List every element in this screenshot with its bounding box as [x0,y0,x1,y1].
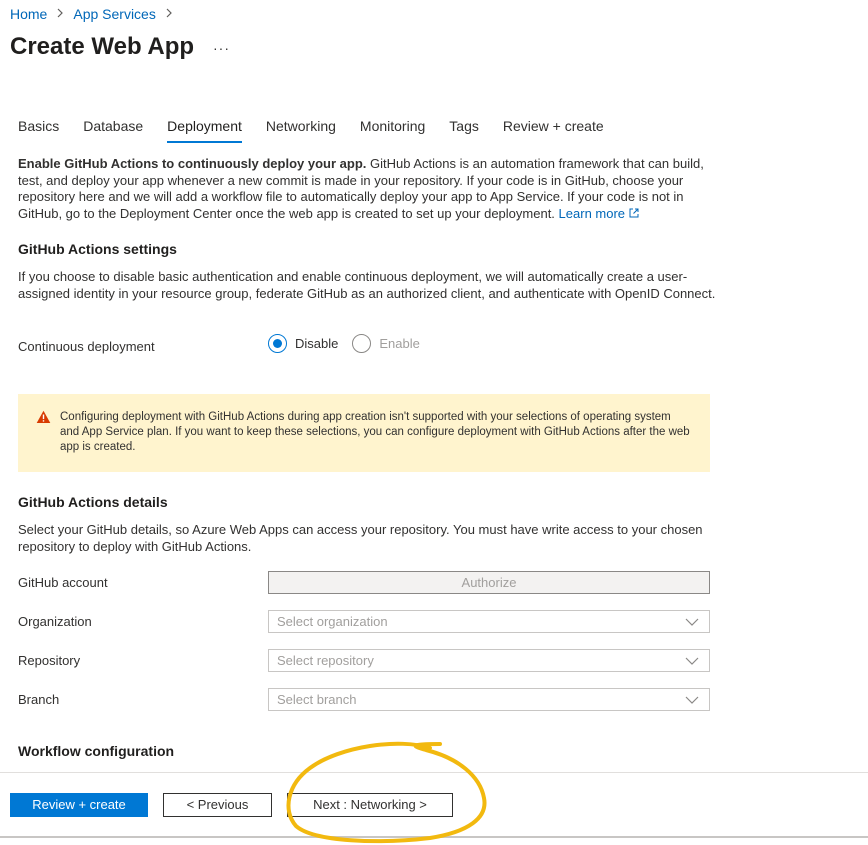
settings-description: If you choose to disable basic authentic… [18,269,716,301]
breadcrumb: Home App Services [10,6,182,22]
branch-placeholder: Select branch [277,692,357,707]
branch-dropdown[interactable]: Select branch [268,688,710,711]
details-description: Select your GitHub details, so Azure Web… [18,522,703,554]
warning-banner: Configuring deployment with GitHub Actio… [18,394,710,472]
details-section-title: GitHub Actions details [18,494,168,510]
tab-review-create[interactable]: Review + create [503,118,604,143]
review-create-button[interactable]: Review + create [10,793,148,817]
chevron-down-icon [685,693,699,708]
chevron-down-icon [685,615,699,630]
annotation-circle [286,741,487,844]
tab-tags[interactable]: Tags [449,118,479,143]
intro-heading: Enable GitHub Actions to continuously de… [18,156,367,171]
repository-dropdown[interactable]: Select repository [268,649,710,672]
radio-disable[interactable] [268,334,287,353]
continuous-deployment-radio-group: Disable Enable [268,334,434,353]
warning-icon [36,410,51,429]
tab-monitoring[interactable]: Monitoring [360,118,425,143]
chevron-right-icon [165,7,173,21]
next-networking-button[interactable]: Next : Networking > [287,793,453,817]
tab-database[interactable]: Database [83,118,143,143]
radio-enable-label: Enable [379,336,420,351]
breadcrumb-app-services-link[interactable]: App Services [73,6,155,22]
settings-section-title: GitHub Actions settings [18,241,177,257]
bottom-border [0,836,868,838]
learn-more-link[interactable]: Learn more [559,206,639,221]
organization-placeholder: Select organization [277,614,388,629]
organization-label: Organization [18,614,92,629]
previous-button[interactable]: < Previous [163,793,272,817]
footer-divider [0,772,868,773]
authorize-button[interactable]: Authorize [268,571,710,594]
radio-disable-label: Disable [295,336,339,351]
tab-basics[interactable]: Basics [18,118,59,143]
learn-more-label: Learn more [558,205,626,221]
workflow-section-title: Workflow configuration [18,743,175,759]
github-account-label: GitHub account [18,575,108,590]
chevron-right-icon [56,7,64,21]
repository-label: Repository [18,653,81,668]
radio-enable[interactable] [352,334,372,353]
tab-bar: Basics Database Deployment Networking Mo… [18,118,628,143]
branch-label: Branch [18,692,60,707]
continuous-deployment-label: Continuous deployment [18,339,155,354]
tab-deployment[interactable]: Deployment [167,118,242,143]
page-title: Create Web App [10,33,195,60]
more-options-button[interactable]: ··· [213,40,230,56]
repository-placeholder: Select repository [277,653,374,668]
tab-networking[interactable]: Networking [266,118,336,143]
chevron-down-icon [685,654,699,669]
intro-paragraph: Enable GitHub Actions to continuously de… [18,156,718,222]
organization-dropdown[interactable]: Select organization [268,610,710,633]
external-link-icon [629,208,639,218]
warning-text: Configuring deployment with GitHub Actio… [60,411,690,453]
breadcrumb-home-link[interactable]: Home [10,6,47,22]
